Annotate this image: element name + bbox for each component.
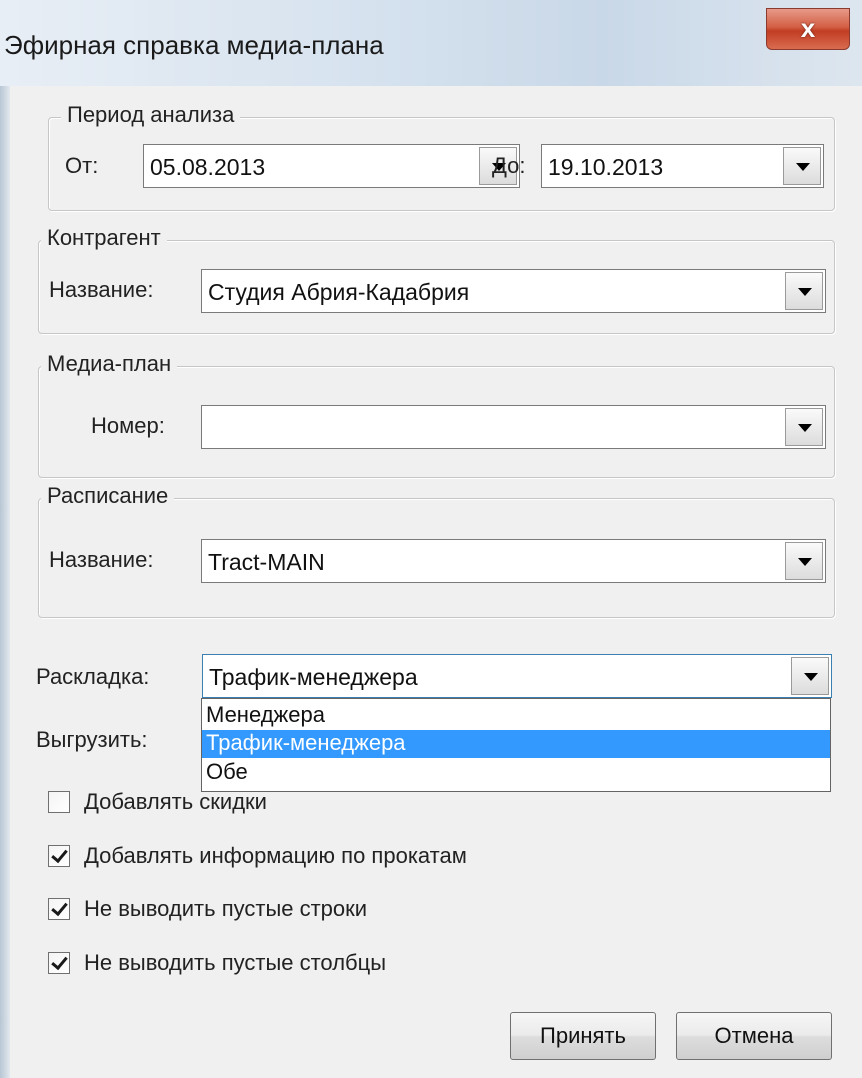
counterparty-name-label: Название: bbox=[49, 277, 154, 302]
cancel-button[interactable]: Отмена bbox=[676, 1012, 832, 1060]
counterparty-name-combo[interactable]: Студия Абрия-Кадабрия bbox=[201, 269, 826, 313]
dialog-window: Эфирная справка медиа-плана x Период ана… bbox=[0, 0, 862, 1078]
dropdown-option-both[interactable]: Обе bbox=[202, 759, 830, 787]
chevron-down-icon[interactable] bbox=[785, 542, 823, 580]
chevron-down-icon[interactable] bbox=[791, 657, 829, 695]
title-bar[interactable]: Эфирная справка медиа-плана x bbox=[0, 0, 862, 87]
chevron-down-icon[interactable] bbox=[785, 408, 823, 446]
window-border bbox=[0, 86, 10, 1078]
checkbox[interactable] bbox=[48, 791, 70, 813]
counterparty-name-value: Студия Абрия-Кадабрия bbox=[208, 279, 470, 305]
layout-dropdown-list: Менеджера Трафик-менеджера Обе bbox=[201, 698, 831, 792]
dialog-body: Период анализа От: 05.08.2013 До: 19.10.… bbox=[10, 86, 862, 1078]
chevron-down-icon[interactable] bbox=[785, 272, 823, 310]
from-label: От: bbox=[65, 153, 99, 178]
to-date-value: 19.10.2013 bbox=[548, 154, 664, 180]
media-plan-group: Медиа-план Номер: bbox=[38, 351, 835, 478]
counterparty-group: Контрагент Название: Студия Абрия-Кадабр… bbox=[38, 225, 835, 334]
from-date-picker[interactable]: 05.08.2013 bbox=[143, 144, 520, 188]
period-group: Период анализа От: 05.08.2013 До: 19.10.… bbox=[48, 102, 835, 211]
checkbox[interactable] bbox=[48, 898, 70, 920]
close-icon: x bbox=[800, 13, 816, 43]
option-label: Не выводить пустые столбцы bbox=[84, 950, 387, 975]
media-plan-legend: Медиа-план bbox=[41, 351, 178, 377]
option-label: Добавлять скидки bbox=[84, 789, 267, 814]
option-label: Не выводить пустые строки bbox=[84, 896, 368, 921]
dropdown-option-manager[interactable]: Менеджера bbox=[202, 702, 830, 730]
dropdown-option-traffic-manager[interactable]: Трафик-менеджера bbox=[202, 730, 830, 758]
layout-label: Раскладка: bbox=[36, 664, 150, 689]
window-title: Эфирная справка медиа-плана bbox=[4, 30, 384, 60]
media-plan-number-label: Номер: bbox=[91, 413, 165, 438]
chevron-down-icon[interactable] bbox=[783, 147, 821, 185]
counterparty-legend: Контрагент bbox=[41, 225, 167, 251]
to-label: До: bbox=[492, 153, 526, 178]
layout-combo[interactable]: Трафик-менеджера bbox=[202, 654, 832, 698]
to-date-picker[interactable]: 19.10.2013 bbox=[541, 144, 824, 188]
checkbox[interactable] bbox=[48, 845, 70, 867]
export-label: Выгрузить: bbox=[36, 727, 148, 752]
schedule-name-label: Название: bbox=[49, 547, 154, 572]
checkbox[interactable] bbox=[48, 952, 70, 974]
close-button[interactable]: x bbox=[766, 8, 850, 50]
period-legend: Период анализа bbox=[61, 102, 241, 128]
media-plan-number-combo[interactable] bbox=[201, 405, 826, 449]
schedule-legend: Расписание bbox=[41, 483, 175, 509]
option-label: Добавлять информацию по прокатам bbox=[84, 843, 467, 868]
schedule-group: Расписание Название: Tract-MAIN bbox=[38, 483, 835, 618]
layout-selected-value: Трафик-менеджера bbox=[209, 664, 418, 690]
schedule-name-value: Tract-MAIN bbox=[208, 549, 325, 575]
accept-button[interactable]: Принять bbox=[510, 1012, 656, 1060]
from-date-value: 05.08.2013 bbox=[150, 154, 266, 180]
schedule-name-combo[interactable]: Tract-MAIN bbox=[201, 539, 826, 583]
